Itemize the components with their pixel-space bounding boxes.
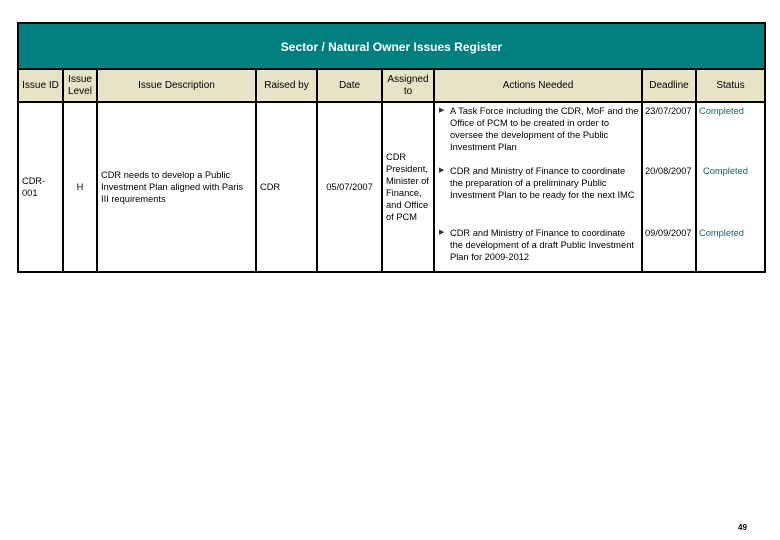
deadline-value: 09/09/2007 <box>645 228 692 238</box>
page-number: 49 <box>738 523 747 532</box>
action-item: ▶ CDR and Ministry of Finance to coordin… <box>435 225 641 271</box>
column-header-issue-level: Issue Level <box>63 70 98 103</box>
deadline-value: 20/08/2007 <box>645 166 692 176</box>
status-value: Completed <box>699 228 744 238</box>
raised-by-cell: CDR <box>256 102 318 271</box>
actions-cell: ▶ A Task Force including the CDR, MoF an… <box>434 102 643 271</box>
deadline-cell: 23/07/2007 20/08/2007 09/09/2007 <box>642 102 697 271</box>
issues-register-table: Sector / Natural Owner Issues Register I… <box>17 22 766 273</box>
column-header-actions-needed: Actions Needed <box>434 70 643 103</box>
assigned-to-cell: CDR President, Minister of Finance, and … <box>382 102 435 271</box>
issue-description-cell: CDR needs to develop a Public Investment… <box>97 102 257 271</box>
issues-table: Issue ID Issue Level Issue Description R… <box>19 70 764 271</box>
column-header-raised-by: Raised by <box>256 70 318 103</box>
column-header-status: Status <box>696 70 764 103</box>
column-header-date: Date <box>317 70 383 103</box>
deadline-value: 23/07/2007 <box>645 106 692 116</box>
column-header-issue-description: Issue Description <box>97 70 257 103</box>
action-text: CDR and Ministry of Finance to coordinat… <box>450 166 635 200</box>
date-cell: 05/07/2007 <box>317 102 383 271</box>
column-header-assigned-to: Assigned to <box>382 70 435 103</box>
status-cell: Completed Completed Completed <box>696 102 764 271</box>
column-header-issue-id: Issue ID <box>19 70 64 103</box>
action-item: ▶ A Task Force including the CDR, MoF an… <box>435 103 641 163</box>
register-title: Sector / Natural Owner Issues Register <box>19 24 764 70</box>
status-value: Completed <box>699 106 744 116</box>
action-item: ▶ CDR and Ministry of Finance to coordin… <box>435 163 641 225</box>
action-text: CDR and Ministry of Finance to coordinat… <box>450 228 634 262</box>
triangle-right-icon: ▶ <box>439 107 445 114</box>
issue-level-cell: H <box>63 102 98 271</box>
triangle-right-icon: ▶ <box>439 167 445 174</box>
issue-id-cell: CDR-001 <box>19 102 64 271</box>
table-row: CDR-001 H CDR needs to develop a Public … <box>19 102 764 271</box>
action-text: A Task Force including the CDR, MoF and … <box>450 106 639 152</box>
triangle-right-icon: ▶ <box>439 229 445 236</box>
status-value: Completed <box>703 166 748 176</box>
column-header-deadline: Deadline <box>642 70 697 103</box>
header-row: Issue ID Issue Level Issue Description R… <box>19 70 764 103</box>
